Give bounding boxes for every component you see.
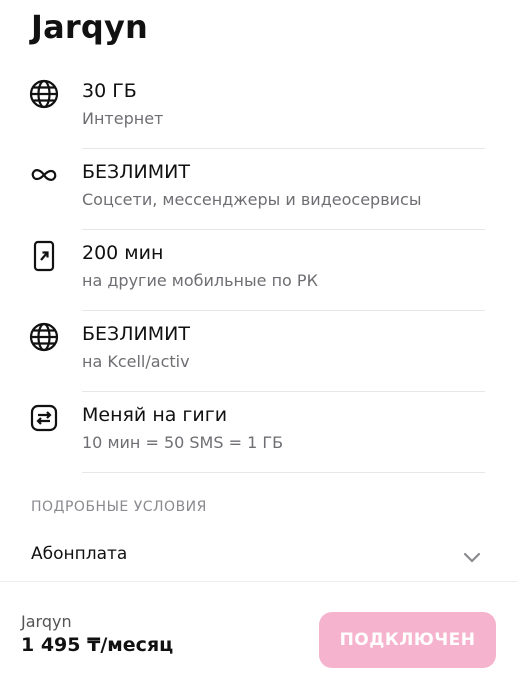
feature-subtitle: 10 мин = 50 SMS = 1 ГБ [82, 433, 284, 452]
page-title: Jarqyn [31, 8, 149, 46]
connected-button[interactable]: ПОДКЛЮЧЕН [319, 612, 496, 668]
feature-title: 30 ГБ [82, 80, 137, 102]
features-list: 30 ГБ Интернет БЕЗЛИМИТ Соцсети, мессенд… [0, 68, 517, 473]
feature-onnet-unlimited: БЕЗЛИМИТ на Kcell/activ [29, 311, 485, 392]
feature-internet: 30 ГБ Интернет [29, 68, 485, 149]
feature-subtitle: на другие мобильные по РК [82, 271, 318, 290]
feature-title: Меняй на гиги [82, 404, 228, 426]
phone-outgoing-icon [28, 240, 60, 272]
feature-minutes: 200 мин на другие мобильные по РК [33, 230, 485, 311]
conditions-header: ПОДРОБНЫЕ УСЛОВИЯ [31, 499, 207, 515]
feature-title: 200 мин [82, 242, 164, 264]
plan-price: 1 495 ₸/месяц [21, 634, 174, 656]
globe-icon [28, 321, 60, 353]
feature-title: БЕЗЛИМИТ [82, 323, 190, 345]
accordion-label: Абонплата [31, 544, 128, 564]
swap-arrows-icon [28, 402, 60, 434]
feature-subtitle: Соцсети, мессенджеры и видеосервисы [82, 190, 422, 209]
globe-icon [28, 78, 60, 110]
feature-title: БЕЗЛИМИТ [82, 161, 190, 183]
feature-subtitle: Интернет [82, 109, 164, 128]
feature-exchange: Меняй на гиги 10 мин = 50 SMS = 1 ГБ [30, 392, 485, 473]
feature-social-unlimited: БЕЗЛИМИТ Соцсети, мессенджеры и видеосер… [31, 149, 485, 230]
footer-bar: Jarqyn 1 495 ₸/месяц ПОДКЛЮЧЕН [0, 581, 517, 700]
infinity-icon [28, 159, 60, 191]
chevron-down-icon[interactable] [463, 548, 481, 567]
subscription-fee-accordion[interactable]: Абонплата [31, 534, 485, 574]
plan-name: Jarqyn [21, 612, 72, 631]
feature-subtitle: на Kcell/activ [82, 352, 190, 371]
